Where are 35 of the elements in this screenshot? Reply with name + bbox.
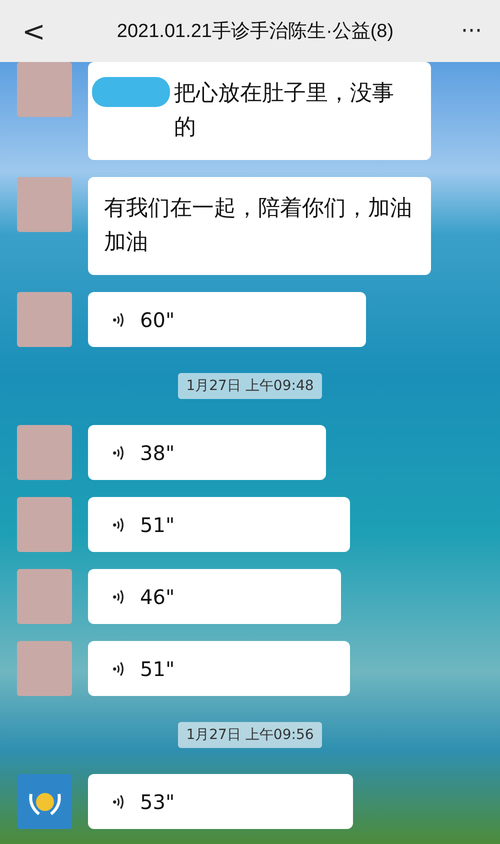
timestamp: 1月27日 上午09:56: [178, 722, 322, 748]
avatar-photo-placeholder[interactable]: [17, 292, 72, 347]
avatar-photo-placeholder[interactable]: [17, 497, 72, 552]
voice-duration: 46": [140, 584, 175, 608]
avatar-photo-placeholder[interactable]: [17, 62, 72, 117]
avatar-photo-placeholder[interactable]: [17, 425, 72, 480]
voice-wave-icon: [112, 588, 126, 606]
voice-message-bubble[interactable]: 51": [88, 497, 350, 552]
voice-duration: 38": [140, 440, 175, 464]
voice-message-bubble[interactable]: 60": [88, 292, 366, 347]
voice-duration: 60": [140, 308, 175, 332]
chat-title: 2021.01.21手诊手治陈生·公益(8): [116, 20, 395, 44]
voice-duration: 51": [140, 656, 175, 680]
voice-message-bubble[interactable]: 51": [88, 641, 350, 696]
voice-message-bubble[interactable]: 53": [88, 774, 354, 829]
avatar-logo-icon[interactable]: [17, 774, 72, 829]
avatar-photo-placeholder[interactable]: [17, 641, 72, 696]
voice-wave-icon: [112, 792, 126, 810]
voice-message-bubble[interactable]: 38": [88, 425, 326, 480]
message-text: 把心放在肚子里，没事的: [174, 80, 395, 142]
timestamp: 1月27日 上午09:48: [178, 373, 322, 399]
message-text: 有我们在一起，陪着你们，加油加油: [104, 196, 412, 255]
voice-message-bubble[interactable]: 46": [88, 569, 341, 624]
voice-wave-icon: [112, 444, 126, 462]
message-bubble[interactable]: 有我们在一起，陪着你们，加油加油: [88, 177, 431, 275]
voice-duration: 53": [140, 790, 175, 814]
voice-wave-icon: [112, 660, 126, 678]
avatar-photo-placeholder[interactable]: [17, 569, 72, 624]
back-button[interactable]: <: [12, 14, 56, 48]
voice-duration: 51": [140, 512, 175, 536]
voice-wave-icon: [112, 516, 126, 534]
avatar-photo-placeholder[interactable]: [17, 177, 72, 232]
message-bubble[interactable]: 把心放在肚子里，没事的: [88, 62, 431, 160]
more-button[interactable]: ···: [455, 18, 488, 44]
voice-wave-icon: [112, 310, 126, 328]
